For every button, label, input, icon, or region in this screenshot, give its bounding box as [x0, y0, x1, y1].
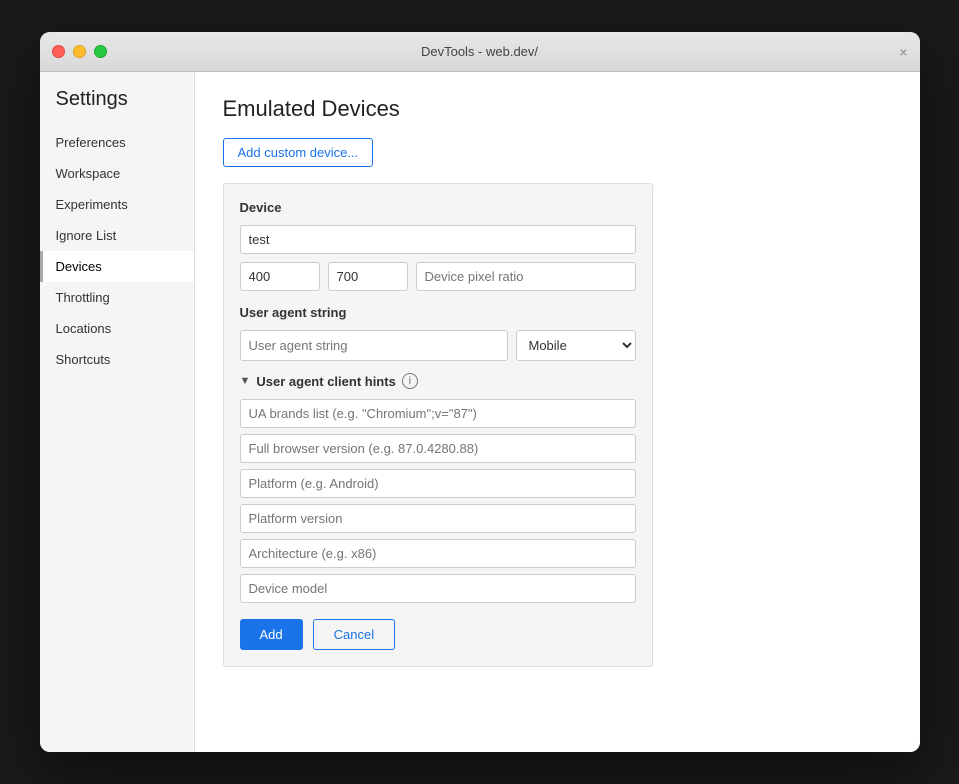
- device-name-input[interactable]: [240, 225, 636, 254]
- page-title: Emulated Devices: [223, 96, 892, 122]
- close-x-icon[interactable]: ×: [899, 44, 907, 60]
- device-model-input[interactable]: [240, 574, 636, 603]
- device-name-row: [240, 225, 636, 254]
- architecture-input[interactable]: [240, 539, 636, 568]
- platform-input[interactable]: [240, 469, 636, 498]
- user-agent-input[interactable]: [240, 330, 508, 361]
- sidebar-item-devices[interactable]: Devices: [40, 251, 194, 282]
- sidebar-item-throttling[interactable]: Throttling: [40, 282, 194, 313]
- sidebar: Settings Preferences Workspace Experimen…: [40, 72, 195, 752]
- add-custom-device-button[interactable]: Add custom device...: [223, 138, 374, 167]
- pixel-ratio-input[interactable]: [416, 262, 636, 291]
- add-button[interactable]: Add: [240, 619, 303, 650]
- sidebar-item-ignore-list[interactable]: Ignore List: [40, 220, 194, 251]
- user-agent-row: Mobile Desktop Custom: [240, 330, 636, 361]
- devtools-window: DevTools - web.dev/ × Settings Preferenc…: [40, 32, 920, 752]
- buttons-row: Add Cancel: [240, 619, 636, 650]
- maximize-button[interactable]: [94, 45, 107, 58]
- traffic-lights: [52, 45, 107, 58]
- dimensions-row: [240, 262, 636, 291]
- client-hints-section: ▼ User agent client hints i: [240, 373, 636, 603]
- sidebar-item-shortcuts[interactable]: Shortcuts: [40, 344, 194, 375]
- client-hints-label: User agent client hints: [256, 374, 395, 389]
- hints-inputs: [240, 399, 636, 603]
- main-header: Emulated Devices Add custom device...: [195, 72, 920, 183]
- ua-brands-input[interactable]: [240, 399, 636, 428]
- info-icon[interactable]: i: [402, 373, 418, 389]
- width-input[interactable]: [240, 262, 320, 291]
- user-agent-section: User agent string Mobile Desktop Custom: [240, 305, 636, 361]
- cancel-button[interactable]: Cancel: [313, 619, 395, 650]
- content-area: Settings Preferences Workspace Experimen…: [40, 72, 920, 752]
- ua-type-select[interactable]: Mobile Desktop Custom: [516, 330, 636, 361]
- device-section-label: Device: [240, 200, 636, 215]
- height-input[interactable]: [328, 262, 408, 291]
- sidebar-item-workspace[interactable]: Workspace: [40, 158, 194, 189]
- device-form: Device User agent string: [223, 183, 653, 667]
- sidebar-item-preferences[interactable]: Preferences: [40, 127, 194, 158]
- titlebar: DevTools - web.dev/ ×: [40, 32, 920, 72]
- minimize-button[interactable]: [73, 45, 86, 58]
- sidebar-item-experiments[interactable]: Experiments: [40, 189, 194, 220]
- full-version-input[interactable]: [240, 434, 636, 463]
- chevron-down-icon: ▼: [240, 375, 251, 387]
- user-agent-label: User agent string: [240, 305, 636, 320]
- close-button[interactable]: [52, 45, 65, 58]
- sidebar-heading: Settings: [40, 88, 194, 127]
- main-content: Emulated Devices Add custom device... De…: [195, 72, 920, 752]
- client-hints-header[interactable]: ▼ User agent client hints i: [240, 373, 636, 389]
- window-title: DevTools - web.dev/: [421, 44, 538, 59]
- platform-version-input[interactable]: [240, 504, 636, 533]
- sidebar-item-locations[interactable]: Locations: [40, 313, 194, 344]
- main-body: Device User agent string: [195, 183, 920, 752]
